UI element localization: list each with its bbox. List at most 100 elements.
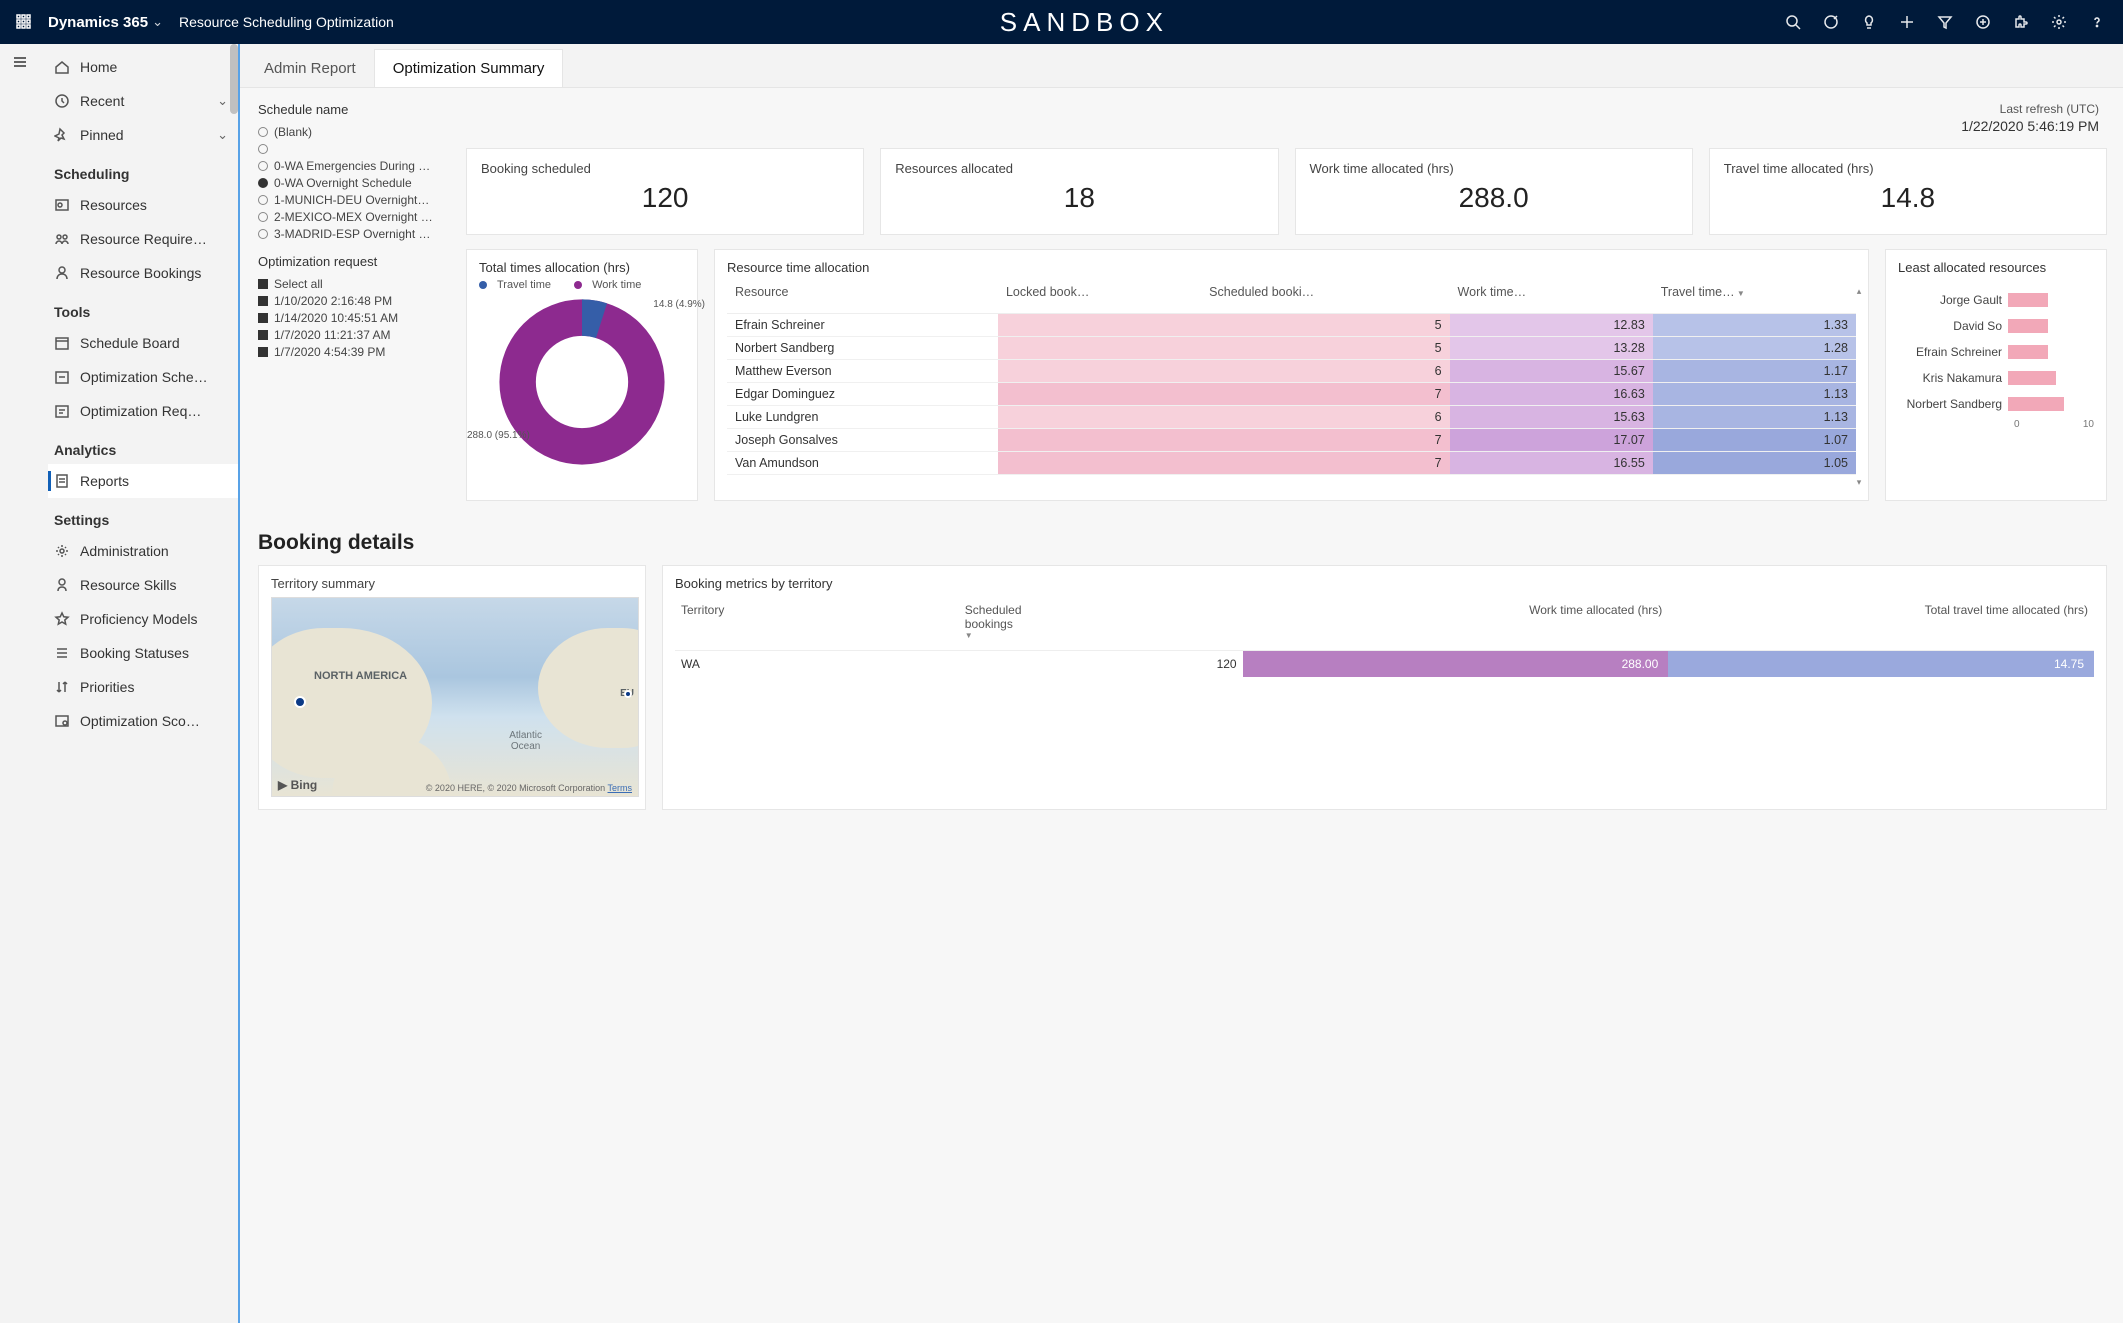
table-row[interactable]: Efrain Schreiner 5 12.83 1.33 — [727, 314, 1856, 337]
brand-label[interactable]: Dynamics 365 — [48, 14, 148, 31]
nav-label: Proficiency Models — [80, 611, 228, 627]
chevron-down-icon[interactable]: ⌄ — [152, 14, 163, 30]
col-scheduled[interactable]: Scheduledbookings▼ — [959, 599, 1243, 651]
content: Last refresh (UTC) 1/22/2020 5:46:19 PM … — [240, 88, 2123, 1323]
nav-home[interactable]: Home — [48, 50, 238, 84]
cell-work: 13.28 — [1450, 337, 1653, 360]
request-icon — [54, 403, 70, 419]
checkbox-icon — [258, 330, 268, 340]
puzzle-icon[interactable] — [2003, 4, 2039, 40]
gear-icon[interactable] — [2041, 4, 2077, 40]
nav-pinned[interactable]: Pinned ⌄ — [48, 118, 238, 152]
cell-travel: 1.28 — [1653, 337, 1856, 360]
table-row[interactable]: WA 120 288.00 14.75 — [675, 651, 2094, 678]
table-row[interactable]: Joseph Gonsalves 7 17.07 1.07 — [727, 429, 1856, 452]
schedule-name-label: Schedule name — [258, 102, 448, 117]
nav-resource-requirements[interactable]: Resource Require… — [48, 222, 238, 256]
nav-resource-bookings[interactable]: Resource Bookings — [48, 256, 238, 290]
cell-work: 288.00 — [1243, 651, 1669, 678]
schedule-name-option[interactable]: 1-MUNICH-DEU Overnight… — [258, 191, 448, 208]
nav-proficiency-models[interactable]: Proficiency Models — [48, 602, 238, 636]
terms-link[interactable]: Terms — [608, 783, 633, 793]
chevron-down-icon: ⌄ — [217, 93, 228, 109]
target-icon[interactable] — [1813, 4, 1849, 40]
schedule-name-option[interactable] — [258, 140, 448, 157]
bar-label: Kris Nakamura — [1898, 371, 2008, 385]
table-row[interactable]: Norbert Sandberg 5 13.28 1.28 — [727, 337, 1856, 360]
nav-resources[interactable]: Resources — [48, 188, 238, 222]
nav-administration[interactable]: Administration — [48, 534, 238, 568]
map-label-na: NORTH AMERICA — [314, 670, 407, 682]
bulb-icon[interactable] — [1851, 4, 1887, 40]
map[interactable]: NORTH AMERICA AtlanticOcean EU ▶ Bing © … — [271, 597, 639, 797]
col-locked[interactable]: Locked book… — [998, 279, 1201, 314]
kpi-label: Travel time allocated (hrs) — [1724, 161, 2092, 176]
topbar-actions — [1775, 4, 2115, 40]
col-work[interactable]: Work time… — [1450, 279, 1653, 314]
bar-row[interactable]: Kris Nakamura — [1898, 367, 2094, 389]
cell-resource: Joseph Gonsalves — [727, 429, 998, 452]
bar-row[interactable]: Jorge Gault — [1898, 289, 2094, 311]
help-icon[interactable] — [2079, 4, 2115, 40]
nav-reports[interactable]: Reports — [48, 464, 238, 498]
filter-icon[interactable] — [1927, 4, 1963, 40]
table-row[interactable]: Luke Lundgren 6 15.63 1.13 — [727, 406, 1856, 429]
search-icon[interactable] — [1775, 4, 1811, 40]
nav-recent[interactable]: Recent ⌄ — [48, 84, 238, 118]
schedule-name-option[interactable]: 3-MADRID-ESP Overnight … — [258, 225, 448, 242]
bar-row[interactable]: David So — [1898, 315, 2094, 337]
nav-optimization-schedules[interactable]: Optimization Sche… — [48, 360, 238, 394]
schedule-name-option[interactable]: 2-MEXICO-MEX Overnight … — [258, 208, 448, 225]
tab-optimization-summary[interactable]: Optimization Summary — [374, 49, 564, 87]
nav-priorities[interactable]: Priorities — [48, 670, 238, 704]
kpi-label: Resources allocated — [895, 161, 1263, 176]
hamburger-icon[interactable] — [12, 54, 36, 78]
map-pin-icon[interactable] — [294, 696, 306, 708]
scrollbar-thumb[interactable] — [230, 44, 238, 114]
schedule-name-option[interactable]: (Blank) — [258, 123, 448, 140]
opt-request-option[interactable]: Select all — [258, 275, 448, 292]
checkbox-icon — [258, 296, 268, 306]
opt-request-option[interactable]: 1/14/2020 10:45:51 AM — [258, 309, 448, 326]
section-header: Booking details — [258, 531, 2107, 555]
app-title: Resource Scheduling Optimization — [179, 14, 394, 30]
nav-resource-skills[interactable]: Resource Skills — [48, 568, 238, 602]
col-travel[interactable]: Total travel time allocated (hrs) — [1668, 599, 2094, 651]
nav-schedule-board[interactable]: Schedule Board — [48, 326, 238, 360]
opt-request-option[interactable]: 1/7/2020 4:54:39 PM — [258, 343, 448, 360]
col-work[interactable]: Work time allocated (hrs) — [1243, 599, 1669, 651]
schedule-name-option[interactable]: 0-WA Overnight Schedule — [258, 174, 448, 191]
cell-locked — [998, 383, 1201, 406]
cell-locked — [998, 360, 1201, 383]
option-label: 1/7/2020 11:21:37 AM — [274, 328, 391, 342]
table-row[interactable]: Van Amundson 7 16.55 1.05 — [727, 452, 1856, 475]
col-resource[interactable]: Resource — [727, 279, 998, 314]
table-scrollbar[interactable]: ▴▾ — [1854, 286, 1864, 488]
home-icon — [54, 59, 70, 75]
nav-label: Schedule Board — [80, 335, 228, 351]
territory-summary-card: Territory summary NORTH AMERICA Atlantic… — [258, 565, 646, 810]
nav-booking-statuses[interactable]: Booking Statuses — [48, 636, 238, 670]
bar-row[interactable]: Norbert Sandberg — [1898, 393, 2094, 415]
nav-optimization-requests[interactable]: Optimization Req… — [48, 394, 238, 428]
cell-work: 15.63 — [1450, 406, 1653, 429]
metrics-table: Territory Scheduledbookings▼ Work time a… — [675, 599, 2094, 677]
last-refresh: Last refresh (UTC) 1/22/2020 5:46:19 PM — [1961, 102, 2099, 134]
filters-panel: Schedule name (Blank) 0-WA Emergencies Du… — [258, 102, 448, 501]
opt-request-option[interactable]: 1/10/2020 2:16:48 PM — [258, 292, 448, 309]
checkbox-icon — [258, 313, 268, 323]
add-circle-icon[interactable] — [1965, 4, 2001, 40]
schedule-name-option[interactable]: 0-WA Emergencies During … — [258, 157, 448, 174]
app-launcher-icon[interactable] — [8, 6, 40, 38]
plus-icon[interactable] — [1889, 4, 1925, 40]
opt-request-option[interactable]: 1/7/2020 11:21:37 AM — [258, 326, 448, 343]
table-row[interactable]: Edgar Dominguez 7 16.63 1.13 — [727, 383, 1856, 406]
col-travel[interactable]: Travel time… — [1653, 279, 1856, 314]
table-row[interactable]: Matthew Everson 6 15.67 1.17 — [727, 360, 1856, 383]
bar-row[interactable]: Efrain Schreiner — [1898, 341, 2094, 363]
nav-optimization-scopes[interactable]: Optimization Sco… — [48, 704, 238, 738]
tab-admin-report[interactable]: Admin Report — [246, 50, 374, 87]
col-territory[interactable]: Territory — [675, 599, 959, 651]
map-pin-icon[interactable] — [624, 690, 632, 698]
col-scheduled[interactable]: Scheduled booki… — [1201, 279, 1449, 314]
